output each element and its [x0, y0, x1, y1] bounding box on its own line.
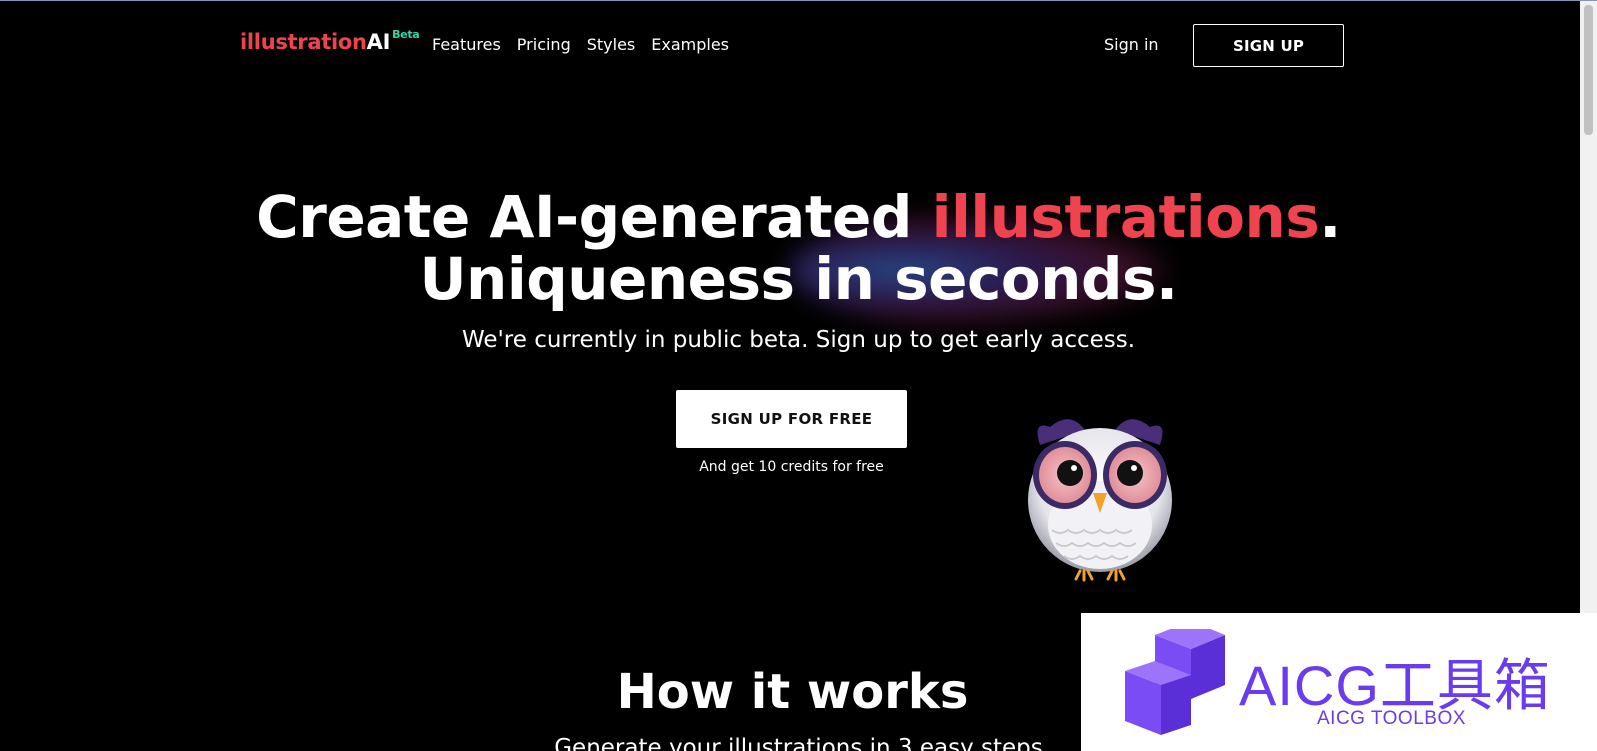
hero-title: Create AI-generated illustrations. Uniqu…: [0, 186, 1597, 310]
hero-title-part1: Create AI-generated: [256, 183, 932, 251]
aicg-watermark: AICG工具箱 AICG TOOLBOX: [1081, 613, 1597, 751]
site-logo[interactable]: illustrationAI Beta: [240, 28, 420, 54]
hero-title-part2: .: [1319, 183, 1341, 251]
main-nav: Features Pricing Styles Examples: [432, 35, 729, 54]
beta-badge: Beta: [392, 28, 420, 41]
nav-link-pricing[interactable]: Pricing: [517, 35, 571, 54]
owl-illustration: [1028, 419, 1172, 582]
sign-in-link[interactable]: Sign in: [1104, 35, 1159, 54]
hero-title-accent: illustrations: [931, 183, 1320, 251]
hero-title-line2: Uniqueness in seconds.: [419, 245, 1178, 313]
sign-up-button[interactable]: SIGN UP: [1193, 24, 1344, 67]
window-top-border: [0, 0, 1597, 1]
cta-note: And get 10 credits for free: [699, 459, 884, 475]
page: illustrationAI Beta Features Pricing Styl…: [0, 0, 1597, 751]
nav-link-features[interactable]: Features: [432, 35, 501, 54]
watermark-subtitle: AICG TOOLBOX: [1317, 708, 1466, 729]
logo-ai-text: AI: [366, 30, 391, 54]
hero-subtitle: We're currently in public beta. Sign up …: [461, 327, 1136, 353]
logo-text: illustration: [240, 30, 367, 54]
nav-link-styles[interactable]: Styles: [587, 35, 636, 54]
aicg-cube-logo-icon: [1125, 629, 1225, 735]
scrollbar-thumb[interactable]: [1584, 5, 1593, 135]
nav-link-examples[interactable]: Examples: [651, 35, 729, 54]
sign-up-for-free-button[interactable]: SIGN UP FOR FREE: [676, 390, 907, 448]
